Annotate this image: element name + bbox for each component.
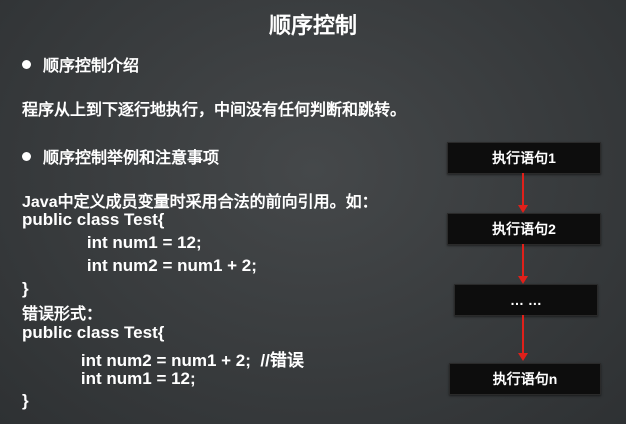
code-line: public class Test{ (22, 323, 165, 342)
flow-step: 执行语句1 (447, 142, 601, 174)
section-heading-intro: 顺序控制介绍 (43, 58, 140, 75)
arrow-head-icon (518, 276, 528, 284)
code-line: } (22, 391, 29, 410)
flow-arrow (522, 315, 524, 355)
flow-arrow (522, 244, 524, 278)
code-line: } (22, 279, 29, 298)
flow-step: 执行语句n (449, 363, 601, 395)
bullet-examples: 顺序控制举例和注意事项 (22, 144, 219, 168)
code-line: int num2 = num1 + 2; (68, 256, 257, 275)
code-line: public class Test{ (22, 210, 165, 229)
arrow-head-icon (518, 353, 528, 361)
example-intro: Java中定义成员变量时采用合法的前向引用。如： (22, 194, 378, 211)
error-label: 错误形式： (22, 306, 103, 323)
flow-arrow (522, 173, 524, 207)
code-line: int num2 = num1 + 2; //错误 (62, 351, 304, 370)
code-line: int num1 = 12; (62, 369, 196, 388)
intro-description: 程序从上到下逐行地执行，中间没有任何判断和跳转。 (22, 102, 407, 119)
bullet-icon (22, 152, 31, 162)
arrow-head-icon (518, 205, 528, 213)
page-title: 顺序控制 (268, 13, 357, 38)
flow-step: 执行语句2 (447, 213, 601, 245)
bullet-intro: 顺序控制介绍 (22, 52, 139, 76)
section-heading-examples: 顺序控制举例和注意事项 (43, 150, 220, 167)
code-line: int num1 = 12; (68, 233, 202, 252)
flow-step: … … (454, 284, 598, 316)
bullet-icon (22, 60, 31, 70)
